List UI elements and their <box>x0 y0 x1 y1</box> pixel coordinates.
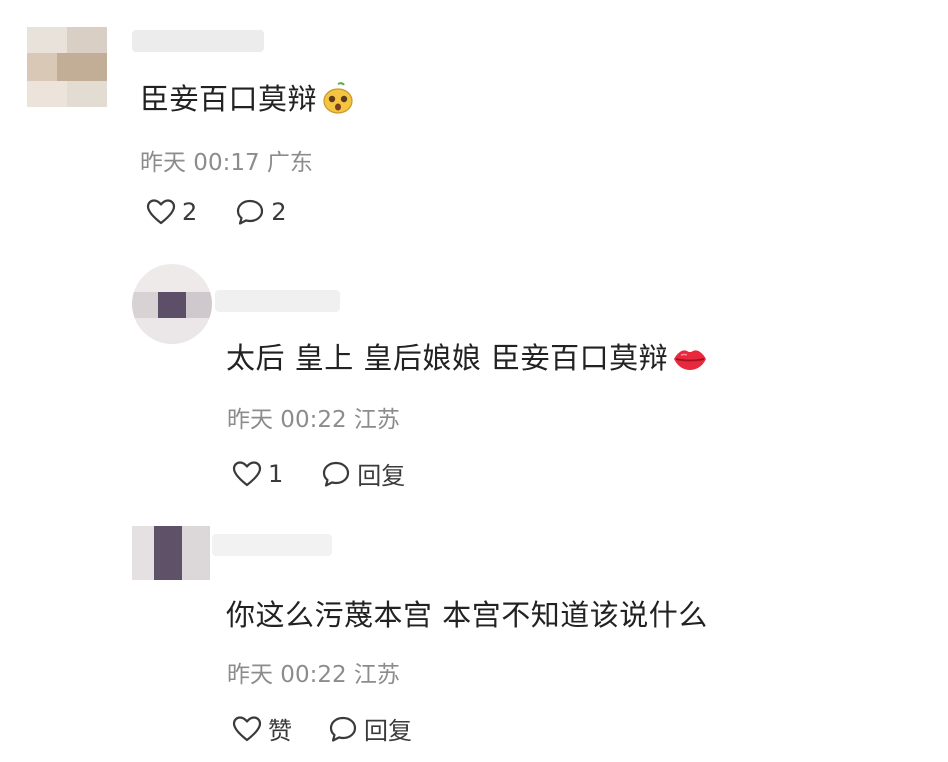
like-count: 2 <box>182 198 198 226</box>
watermark-overlay <box>690 712 948 762</box>
heart-icon <box>232 460 262 486</box>
comment-meta: 昨天 00:17 广东 <box>140 150 313 176</box>
chat-bubble-icon <box>323 461 350 487</box>
pear-face-emoji <box>321 81 355 122</box>
comment-text: 太后 皇上 皇后娘娘 臣妾百口莫辩 <box>226 335 708 381</box>
like-button[interactable]: 1 <box>232 460 283 488</box>
username-blurred[interactable] <box>132 30 264 52</box>
reply-button[interactable]: 回复 <box>328 711 412 746</box>
avatar[interactable] <box>27 27 107 107</box>
username-blurred[interactable] <box>215 290 340 312</box>
comment-actions: 1 回复 <box>232 456 405 491</box>
comment-meta: 昨天 00:22 江苏 <box>227 662 400 688</box>
reply-label: 回复 <box>357 462 406 490</box>
like-button[interactable]: 赞 <box>232 711 292 746</box>
comment-text: 你这么污蔑本宫 本宫不知道该说什么 <box>226 598 708 632</box>
reply-count: 2 <box>271 198 287 226</box>
heart-icon <box>232 715 262 741</box>
reply-button[interactable]: 回复 <box>321 456 405 491</box>
avatar[interactable] <box>132 526 210 580</box>
chat-bubble-icon <box>329 716 357 742</box>
heart-icon <box>146 199 176 225</box>
like-button[interactable]: 2 <box>146 198 197 226</box>
avatar[interactable] <box>132 264 212 344</box>
username-blurred[interactable] <box>212 534 332 556</box>
reply-label: 回复 <box>364 717 412 745</box>
like-count: 1 <box>268 459 284 488</box>
reply-button[interactable]: 2 <box>235 198 287 226</box>
chat-bubble-icon <box>237 199 264 225</box>
comment-text: 臣妾百口莫辩 <box>140 76 355 122</box>
comment-actions: 2 2 <box>146 198 287 226</box>
lips-emoji <box>672 344 708 381</box>
like-label: 赞 <box>268 717 292 745</box>
comment-meta: 昨天 00:22 江苏 <box>227 407 400 433</box>
comment-actions: 赞 回复 <box>232 711 412 746</box>
